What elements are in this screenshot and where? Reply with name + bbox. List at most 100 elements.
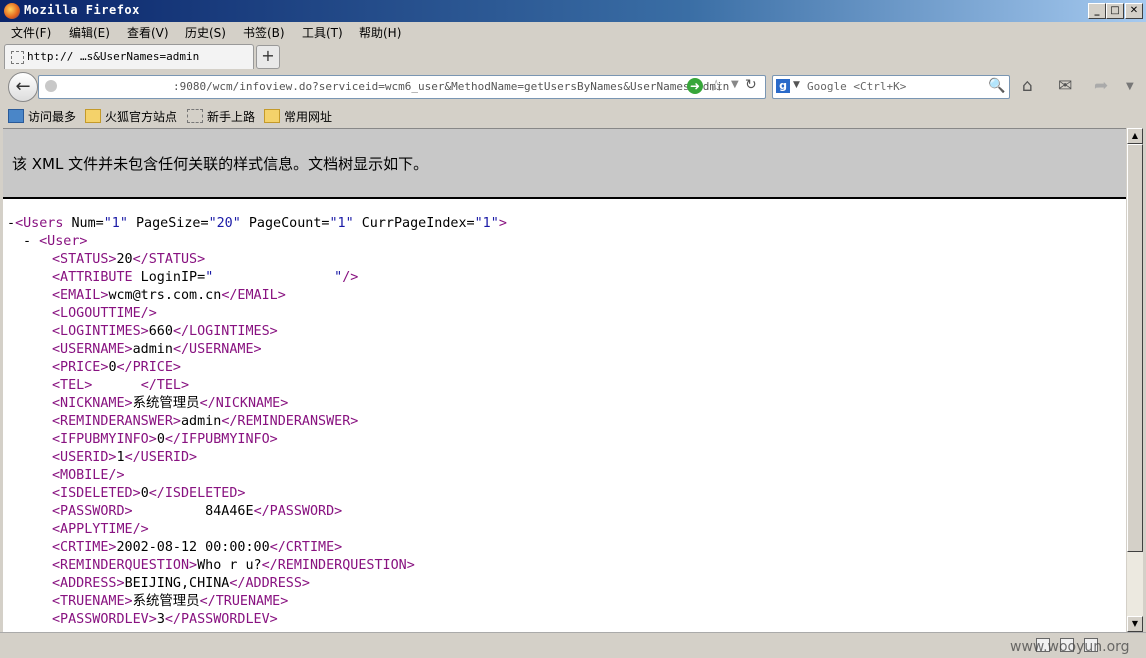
menu-history[interactable]: 历史(S): [185, 24, 226, 41]
xml-element-line: <TEL> </TEL>: [52, 377, 189, 395]
xml-tag-close: </EMAIL>: [221, 288, 286, 303]
xml-tag-name: <LOGOUTTIME/>: [52, 306, 157, 321]
bookmark-star-icon[interactable]: ☆: [709, 76, 723, 95]
xml-tag-close: </LOGINTIMES>: [172, 324, 278, 339]
xml-attr-value: "20": [208, 216, 241, 231]
firefox-logo-icon: [4, 3, 20, 19]
xml-tag-open: <PRICE>: [52, 360, 109, 375]
xml-tag-bracket: >: [498, 216, 507, 231]
watermark-text: www.wooyun.org: [1010, 639, 1130, 655]
engine-dropdown-icon[interactable]: ▼: [793, 80, 800, 90]
xml-attr-name: Num=: [63, 216, 104, 231]
xml-attr-name: PageSize=: [127, 216, 209, 231]
maximize-button[interactable]: □: [1106, 3, 1124, 19]
site-identity-icon[interactable]: [45, 80, 57, 92]
xml-text-value: Who r u?: [197, 558, 262, 573]
xml-tag-open: <USERID>: [52, 450, 117, 465]
xml-text-value: 0: [156, 432, 165, 447]
xml-element-line: <PASSWORDLEV>3</PASSWORDLEV>: [52, 611, 278, 629]
xml-text-value: 系统管理员: [132, 594, 200, 609]
collapse-toggle-icon: -: [7, 216, 16, 231]
bookmark-firefox-site[interactable]: 火狐官方站点: [85, 108, 177, 125]
back-button[interactable]: ←: [8, 72, 38, 102]
bookmark-label: 新手上路: [207, 110, 256, 124]
bookmark-label: 常用网址: [284, 110, 333, 124]
xml-notice-text: 该 XML 文件并未包含任何关联的样式信息。文档树显示如下。: [12, 155, 429, 173]
xml-text-value: wcm@trs.com.cn: [108, 288, 222, 303]
xml-tag-close: </REMINDERQUESTION>: [261, 558, 415, 573]
tab-bar: http:// …s&UserNames=admin +: [0, 42, 1146, 70]
xml-text-value: 2002-08-12 00:00:00: [116, 540, 270, 555]
reload-icon[interactable]: ↻: [745, 77, 757, 93]
xml-tag-open: <TRUENAME>: [52, 594, 133, 609]
xml-tag-open: <TEL>: [52, 378, 93, 393]
xml-tag-close: </REMINDERANSWER>: [221, 414, 359, 429]
xml-attr-name: CurrPageIndex=: [353, 216, 475, 231]
scroll-down-button[interactable]: ▼: [1127, 616, 1143, 632]
xml-tag-open: <CRTIME>: [52, 540, 117, 555]
xml-text-value: 0: [108, 360, 117, 375]
xml-tag-name: <MOBILE/>: [52, 468, 125, 483]
bookmarks-bar: 访问最多 火狐官方站点 新手上路 常用网址: [0, 104, 1146, 128]
xml-tag-open: <PASSWORD>: [52, 504, 133, 519]
page-icon: [187, 109, 203, 123]
mail-icon[interactable]: ✉: [1058, 76, 1072, 96]
status-bar: www.wooyun.org: [0, 632, 1146, 658]
share-icon[interactable]: ➦: [1094, 76, 1108, 96]
xml-text-value: 3: [156, 612, 165, 627]
xml-tag-close: </PRICE>: [116, 360, 182, 375]
xml-tag-open: <REMINDERQUESTION>: [52, 558, 198, 573]
tab-active[interactable]: http:// …s&UserNames=admin: [4, 44, 254, 69]
xml-element-line: <EMAIL>wcm@trs.com.cn</EMAIL>: [52, 287, 286, 305]
search-bar[interactable]: g ▼ Google <Ctrl+K> 🔍: [772, 75, 1010, 99]
menu-bookmarks[interactable]: 书签(B): [243, 24, 285, 41]
menu-tools[interactable]: 工具(T): [302, 24, 343, 41]
xml-tag-close: </IFPUBMYINFO>: [164, 432, 278, 447]
xml-element-line: <LOGINTIMES>660</LOGINTIMES>: [52, 323, 278, 341]
menu-edit[interactable]: 编辑(E): [69, 24, 110, 41]
xml-tag-close: </STATUS>: [132, 252, 206, 267]
xml-tag-close: </TRUENAME>: [199, 594, 289, 609]
xml-element-line: <STATUS>20</STATUS>: [52, 251, 205, 269]
menu-file[interactable]: 文件(F): [11, 24, 51, 41]
xml-tag-bracket: />: [342, 270, 359, 285]
xml-tag-close: </ADDRESS>: [229, 576, 310, 591]
bookmark-common-sites[interactable]: 常用网址: [264, 108, 332, 125]
xml-text-value: admin: [132, 342, 173, 357]
xml-tag-open: <NICKNAME>: [52, 396, 133, 411]
xml-element-line: <REMINDERANSWER>admin</REMINDERANSWER>: [52, 413, 358, 431]
xml-text-value: 系统管理员: [132, 396, 200, 411]
menu-view[interactable]: 查看(V): [127, 24, 169, 41]
scroll-thumb[interactable]: [1127, 144, 1143, 552]
xml-element-line: <PASSWORD> 84A46E</PASSWORD>: [52, 503, 342, 521]
search-icon[interactable]: 🔍: [988, 78, 1005, 94]
most-visited-icon: [8, 109, 24, 123]
menu-help[interactable]: 帮助(H): [359, 24, 401, 41]
close-button[interactable]: ✕: [1125, 3, 1143, 19]
scroll-up-button[interactable]: ▲: [1127, 128, 1143, 144]
xml-element-line: <CRTIME>2002-08-12 00:00:00</CRTIME>: [52, 539, 342, 557]
home-icon[interactable]: ⌂: [1022, 76, 1033, 96]
bookmark-most-visited[interactable]: 访问最多: [8, 108, 76, 125]
bookmark-getting-started[interactable]: 新手上路: [187, 108, 255, 125]
toolbar-dropdown-icon[interactable]: ▼: [1126, 81, 1134, 92]
title-bar: Mozilla Firefox _ □ ✕: [0, 0, 1146, 22]
xml-text-value: 660: [148, 324, 173, 339]
minimize-button[interactable]: _: [1088, 3, 1106, 19]
xml-element-line: <NICKNAME>系统管理员</NICKNAME>: [52, 395, 288, 413]
xml-root-line[interactable]: -<Users Num="1" PageSize="20" PageCount=…: [7, 215, 507, 233]
history-dropdown-icon[interactable]: ▼: [731, 79, 739, 90]
folder-icon: [264, 109, 280, 123]
window-title: Mozilla Firefox: [24, 3, 140, 17]
xml-user-line[interactable]: - <User>: [23, 233, 88, 251]
vertical-scrollbar[interactable]: ▲ ▼: [1127, 128, 1143, 632]
xml-tag-open: <IFPUBMYINFO>: [52, 432, 157, 447]
collapse-toggle-icon: -: [23, 234, 40, 249]
new-tab-button[interactable]: +: [256, 45, 280, 69]
google-engine-icon[interactable]: g: [776, 79, 790, 93]
url-bar[interactable]: :9080/wcm/infoview.do?serviceid=wcm6_use…: [38, 75, 766, 99]
page-content: 该 XML 文件并未包含任何关联的样式信息。文档树显示如下。 -<Users N…: [3, 128, 1126, 633]
bookmark-label: 火狐官方站点: [105, 110, 178, 124]
xml-text-value: 1: [116, 450, 125, 465]
go-arrow-icon[interactable]: ➜: [687, 78, 703, 94]
